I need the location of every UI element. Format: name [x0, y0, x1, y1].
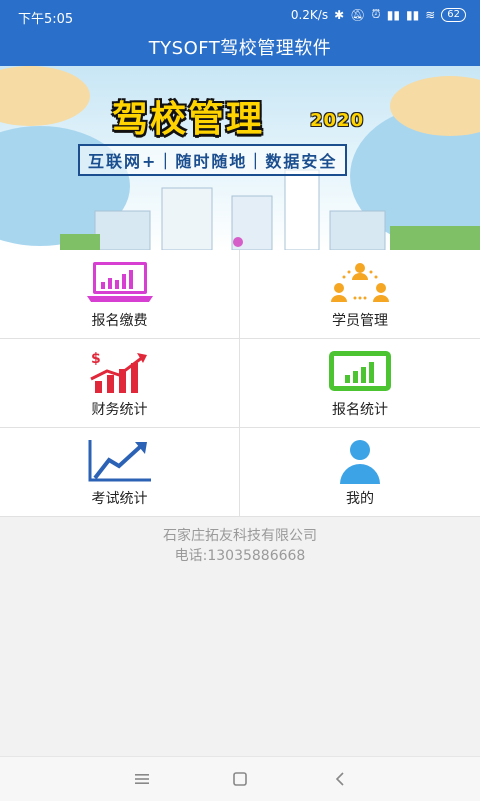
tablet-bars-icon: [329, 351, 391, 391]
mute-bell-icon: 🔕︎: [350, 7, 366, 22]
menu-item-signup-payment[interactable]: 报名缴费: [0, 250, 240, 339]
signal-2-icon: ▮▮: [405, 7, 420, 22]
alarm-icon: ⏰︎: [371, 7, 381, 21]
bluetooth-icon: ✱: [334, 7, 345, 22]
battery-icon: 62: [441, 7, 466, 22]
menu-item-finance-stats[interactable]: $ 财务统计: [0, 339, 240, 428]
banner-tagline: 互联网+｜随时随地｜数据安全: [78, 144, 348, 176]
menu-item-label: 我的: [346, 491, 374, 507]
company-phone: 电话:13035886668: [174, 548, 306, 564]
finance-bars-icon: $: [90, 351, 147, 393]
banner-title: 驾校管理: [112, 98, 265, 140]
menu-item-mine[interactable]: 我的: [240, 428, 480, 517]
wifi-icon: ≋: [425, 7, 436, 22]
menu-item-exam-stats[interactable]: 考试统计: [0, 428, 240, 517]
people-group-icon: [331, 263, 389, 302]
banner: 驾校管理 2020 互联网+｜随时随地｜数据安全: [0, 66, 480, 250]
footer: 石家庄拓友科技有限公司 电话:13035886668: [0, 526, 480, 566]
svg-text:$: $: [91, 351, 101, 367]
menu-icon[interactable]: [132, 771, 152, 787]
app-header: 下午5:05 0.2K/s ✱ 🔕︎ ⏰︎ ▮▮ ▮▮ ≋ 62 TYSOFT驾…: [0, 0, 480, 66]
banner-year: 2020: [310, 110, 365, 131]
menu-item-label: 报名统计: [332, 402, 388, 418]
laptop-chart-icon: [87, 262, 153, 302]
menu-item-label: 学员管理: [332, 313, 388, 329]
user-profile-icon: [340, 440, 380, 484]
menu-item-label: 报名缴费: [91, 313, 148, 329]
status-icons: 0.2K/s ✱ 🔕︎ ⏰︎ ▮▮ ▮▮ ≋ 62: [291, 7, 466, 22]
signal-icon: ▮▮: [386, 7, 400, 22]
menu-item-signup-stats[interactable]: 报名统计: [240, 339, 480, 428]
net-speed: 0.2K/s: [290, 7, 329, 22]
app-title: TYSOFT驾校管理软件: [148, 38, 332, 59]
status-time: 下午5:05: [18, 12, 74, 27]
menu-grid: 报名缴费 学员管理 $ 财务统计 报名统计 考试统计 我的: [0, 250, 480, 517]
company-name: 石家庄拓友科技有限公司: [163, 528, 317, 544]
menu-item-label: 财务统计: [91, 402, 148, 418]
back-icon[interactable]: [330, 771, 350, 787]
trend-line-icon: [88, 440, 151, 482]
menu-item-student-management[interactable]: 学员管理: [240, 250, 480, 339]
home-icon[interactable]: [230, 771, 250, 787]
menu-item-label: 考试统计: [91, 491, 148, 507]
system-nav-bar: [0, 756, 480, 801]
status-bar: 下午5:05 0.2K/s ✱ 🔕︎ ⏰︎ ▮▮ ▮▮ ≋ 62: [0, 0, 480, 30]
